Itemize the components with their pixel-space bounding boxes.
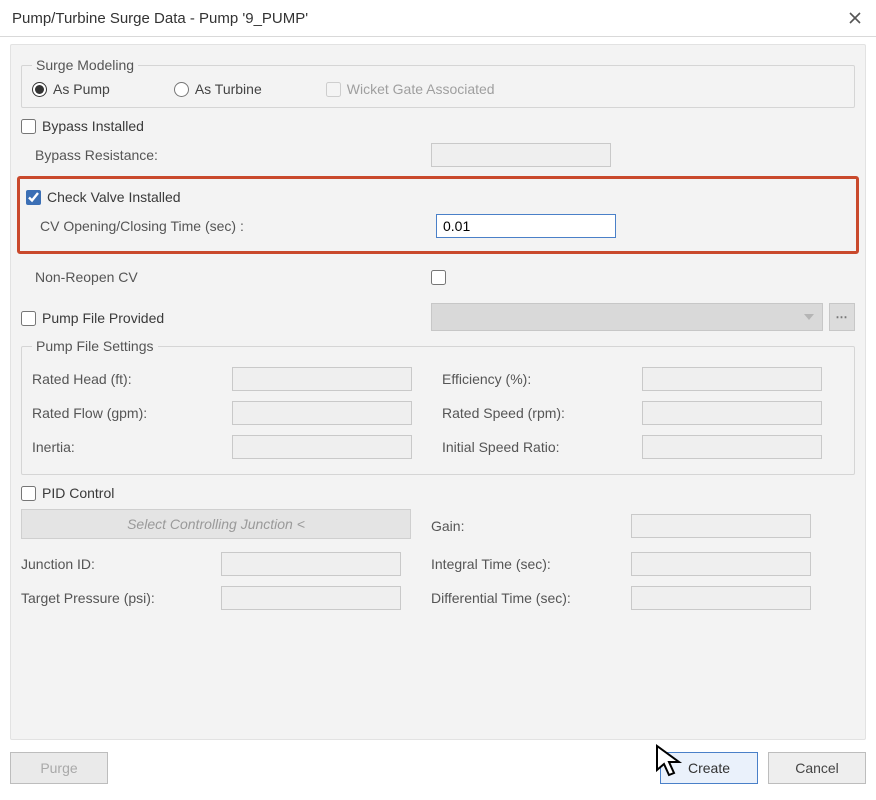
checkbox-non-reopen-cv[interactable] xyxy=(431,270,446,285)
purge-button[interactable]: Purge xyxy=(10,752,108,784)
pump-file-settings-legend: Pump File Settings xyxy=(32,338,158,354)
client-area: Surge Modeling As Pump As Turbine Wicket… xyxy=(10,44,866,740)
efficiency-label: Efficiency (%): xyxy=(442,371,642,387)
target-pressure-label: Target Pressure (psi): xyxy=(21,590,221,606)
pump-file-browse-button[interactable]: ⋯ xyxy=(829,303,855,331)
initial-speed-ratio-label: Initial Speed Ratio: xyxy=(442,439,642,455)
checkbox-check-valve-installed[interactable]: Check Valve Installed xyxy=(26,189,850,205)
cv-time-input[interactable] xyxy=(436,214,616,238)
checkbox-check-valve-installed-input[interactable] xyxy=(26,190,41,205)
inertia-input xyxy=(232,435,412,459)
select-controlling-junction-label: Select Controlling Junction < xyxy=(127,516,305,532)
checkbox-wicket-gate[interactable]: Wicket Gate Associated xyxy=(326,81,495,97)
radio-as-pump-input[interactable] xyxy=(32,82,47,97)
pump-file-settings-group: Pump File Settings Rated Head (ft): Effi… xyxy=(21,338,855,475)
radio-as-pump[interactable]: As Pump xyxy=(32,81,110,97)
surge-modeling-legend: Surge Modeling xyxy=(32,57,138,73)
bypass-resistance-label: Bypass Resistance: xyxy=(21,147,265,163)
check-valve-highlight: Check Valve Installed CV Opening/Closing… xyxy=(17,176,859,254)
checkbox-wicket-gate-label: Wicket Gate Associated xyxy=(347,81,495,97)
integral-time-label: Integral Time (sec): xyxy=(431,556,631,572)
efficiency-input xyxy=(642,367,822,391)
inertia-label: Inertia: xyxy=(32,439,232,455)
rated-head-input xyxy=(232,367,412,391)
non-reopen-cv-label: Non-Reopen CV xyxy=(21,269,265,285)
close-icon[interactable] xyxy=(846,9,864,27)
dialog-footer: Purge Create Cancel xyxy=(10,748,866,788)
window-title: Pump/Turbine Surge Data - Pump '9_PUMP' xyxy=(12,10,846,27)
rated-flow-input xyxy=(232,401,412,425)
checkbox-pid-control[interactable]: PID Control xyxy=(21,485,855,501)
checkbox-pid-control-label: PID Control xyxy=(42,485,114,501)
rated-speed-input xyxy=(642,401,822,425)
rated-flow-label: Rated Flow (gpm): xyxy=(32,405,232,421)
bypass-resistance-input xyxy=(431,143,611,167)
checkbox-pump-file-provided[interactable]: Pump File Provided xyxy=(21,310,431,326)
radio-as-turbine-input[interactable] xyxy=(174,82,189,97)
create-button[interactable]: Create xyxy=(660,752,758,784)
differential-time-input xyxy=(631,586,811,610)
rated-speed-label: Rated Speed (rpm): xyxy=(442,405,642,421)
differential-time-label: Differential Time (sec): xyxy=(431,590,631,606)
radio-as-turbine[interactable]: As Turbine xyxy=(174,81,262,97)
rated-head-label: Rated Head (ft): xyxy=(32,371,232,387)
gain-input xyxy=(631,514,811,538)
checkbox-bypass-installed-label: Bypass Installed xyxy=(42,118,144,134)
pump-file-dropdown[interactable] xyxy=(431,303,823,331)
integral-time-input xyxy=(631,552,811,576)
titlebar: Pump/Turbine Surge Data - Pump '9_PUMP' xyxy=(0,0,876,37)
select-controlling-junction-button[interactable]: Select Controlling Junction < xyxy=(21,509,411,539)
target-pressure-input xyxy=(221,586,401,610)
checkbox-pump-file-provided-input[interactable] xyxy=(21,311,36,326)
checkbox-bypass-installed-input[interactable] xyxy=(21,119,36,134)
gain-label: Gain: xyxy=(431,518,631,534)
cv-time-label: CV Opening/Closing Time (sec) : xyxy=(26,218,270,234)
junction-id-input xyxy=(221,552,401,576)
checkbox-wicket-gate-input xyxy=(326,82,341,97)
cancel-button[interactable]: Cancel xyxy=(768,752,866,784)
cancel-button-label: Cancel xyxy=(795,760,839,776)
checkbox-bypass-installed[interactable]: Bypass Installed xyxy=(21,118,855,134)
create-button-label: Create xyxy=(688,760,730,776)
dialog-window: Pump/Turbine Surge Data - Pump '9_PUMP' … xyxy=(0,0,876,800)
junction-id-label: Junction ID: xyxy=(21,556,221,572)
radio-as-pump-label: As Pump xyxy=(53,81,110,97)
checkbox-check-valve-installed-label: Check Valve Installed xyxy=(47,189,181,205)
checkbox-pid-control-input[interactable] xyxy=(21,486,36,501)
surge-modeling-group: Surge Modeling As Pump As Turbine Wicket… xyxy=(21,57,855,108)
purge-button-label: Purge xyxy=(40,760,77,776)
checkbox-pump-file-provided-label: Pump File Provided xyxy=(42,310,164,326)
initial-speed-ratio-input xyxy=(642,435,822,459)
radio-as-turbine-label: As Turbine xyxy=(195,81,262,97)
